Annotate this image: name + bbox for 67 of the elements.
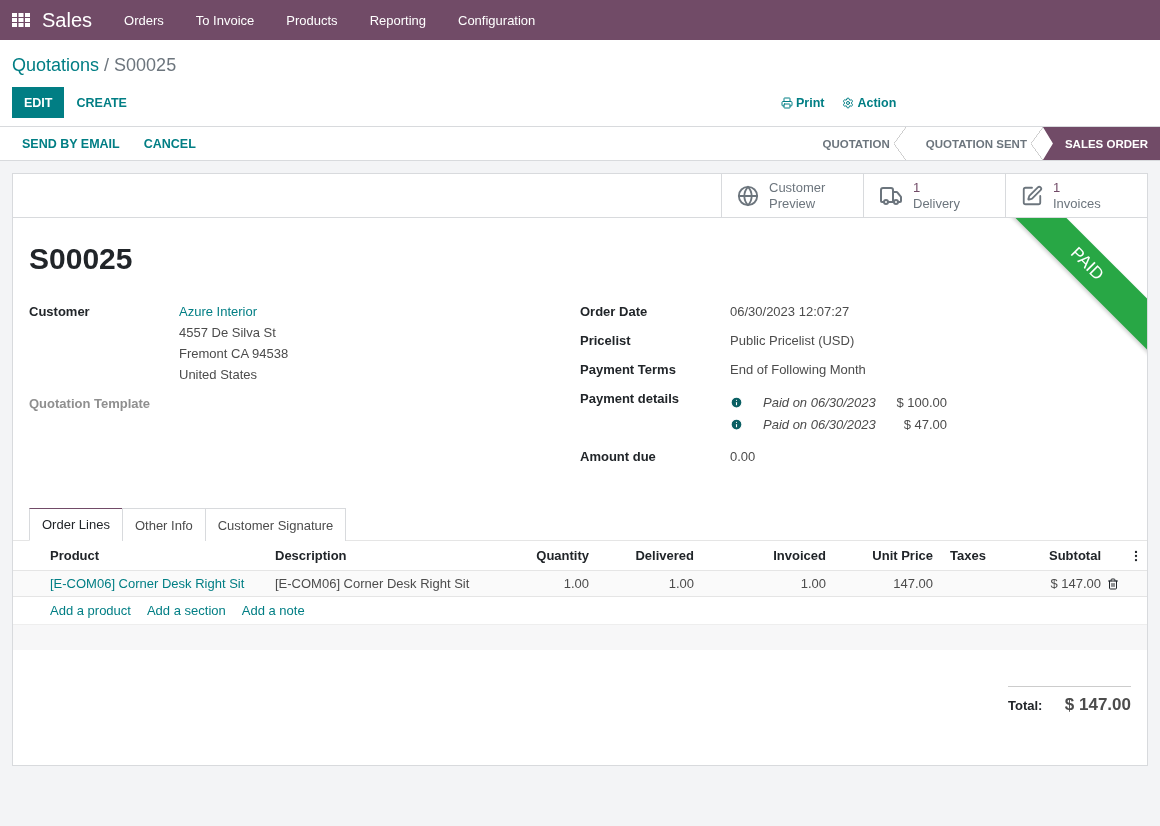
- address-line: 4557 De Silva St: [179, 325, 277, 340]
- edit-icon: [1021, 184, 1043, 207]
- column-header[interactable]: Quantity: [489, 548, 589, 563]
- breadcrumb-current: S00025: [114, 54, 177, 76]
- edit-button[interactable]: EDIT: [12, 87, 65, 118]
- payment-text: Paid on 06/30/2023: [763, 416, 877, 432]
- column-header[interactable]: Invoiced: [694, 548, 826, 563]
- field-value: End of Following Month: [730, 362, 867, 377]
- action-button[interactable]: Action: [842, 95, 897, 110]
- delete-icon[interactable]: [1107, 577, 1119, 590]
- printer-icon: [780, 96, 793, 109]
- add-line-link[interactable]: Add a product: [50, 603, 131, 618]
- total-label: Total:: [1008, 697, 1043, 713]
- field-label: Payment details: [580, 391, 680, 408]
- status-action-button[interactable]: SEND BY EMAIL: [10, 127, 132, 160]
- add-line-link[interactable]: Add a section: [146, 603, 226, 618]
- breadcrumb-separator: /: [104, 54, 110, 76]
- table-cell-text: 147.00: [892, 576, 933, 591]
- info-icon[interactable]: [730, 395, 743, 409]
- app-name[interactable]: Sales: [42, 8, 93, 32]
- column-header[interactable]: Delivered: [589, 548, 694, 563]
- field-value: 06/30/2023 12:07:27: [730, 304, 851, 319]
- globe-icon: [737, 184, 759, 207]
- product-link[interactable]: [E-COM06] Corner Desk Right Sit: [50, 576, 275, 591]
- tab[interactable]: Customer Signature: [204, 508, 347, 541]
- table-cell-text: 1.00: [667, 576, 694, 591]
- payment-amount: $ 47.00: [902, 416, 947, 432]
- field-label: Payment Terms: [580, 362, 677, 377]
- column-header[interactable]: Product: [50, 548, 275, 563]
- field-value: 0.00: [730, 449, 757, 464]
- field-label: Amount due: [580, 449, 657, 464]
- column-header[interactable]: Subtotal: [1000, 548, 1101, 563]
- tab[interactable]: Other Info: [121, 508, 206, 541]
- field-label: Quotation Template: [29, 396, 152, 411]
- table-cell-text: 1.00: [562, 576, 589, 591]
- field-label: Order Date: [580, 304, 649, 319]
- status-action-button[interactable]: CANCEL: [131, 127, 208, 160]
- menu-item[interactable]: Configuration: [442, 12, 552, 28]
- settings-icon: [842, 96, 855, 109]
- payment-amount: $ 100.00: [895, 394, 947, 410]
- breadcrumb-link[interactable]: Quotations: [12, 54, 100, 76]
- field-value: Public Pricelist (USD): [730, 333, 856, 348]
- tab[interactable]: Order Lines: [29, 508, 123, 541]
- column-header[interactable]: Taxes: [950, 548, 1000, 563]
- print-button[interactable]: Print: [780, 95, 825, 110]
- info-icon[interactable]: [730, 417, 743, 431]
- add-line-link[interactable]: Add a note: [241, 603, 305, 618]
- field-label: Pricelist: [580, 333, 632, 348]
- menu-item[interactable]: Reporting: [353, 12, 442, 28]
- column-header[interactable]: Description: [275, 548, 489, 563]
- total-amount: $ 147.00: [1064, 695, 1131, 715]
- column-header[interactable]: Unit Price: [826, 548, 933, 563]
- address-line: United States: [179, 367, 259, 382]
- payment-text: Paid on 06/30/2023: [763, 394, 877, 410]
- status-stage[interactable]: SALES ORDER: [1042, 127, 1160, 160]
- table-cell-text: [E-COM06] Corner Desk Right Sit: [275, 576, 471, 591]
- order-title: S00025: [29, 242, 133, 276]
- menu-item[interactable]: Products: [270, 12, 354, 28]
- address-line: Fremont CA 94538: [179, 346, 290, 361]
- table-cell-text: $ 147.00: [1049, 576, 1101, 591]
- app-grid-icon[interactable]: [12, 13, 30, 27]
- table-cell-text: 1.00: [799, 576, 826, 591]
- customer-link[interactable]: Azure Interior: [179, 304, 580, 319]
- menu-item[interactable]: Orders: [108, 12, 180, 28]
- field-label: Customer: [29, 304, 91, 321]
- menu-item[interactable]: To Invoice: [179, 12, 271, 28]
- create-button[interactable]: CREATE: [64, 87, 139, 118]
